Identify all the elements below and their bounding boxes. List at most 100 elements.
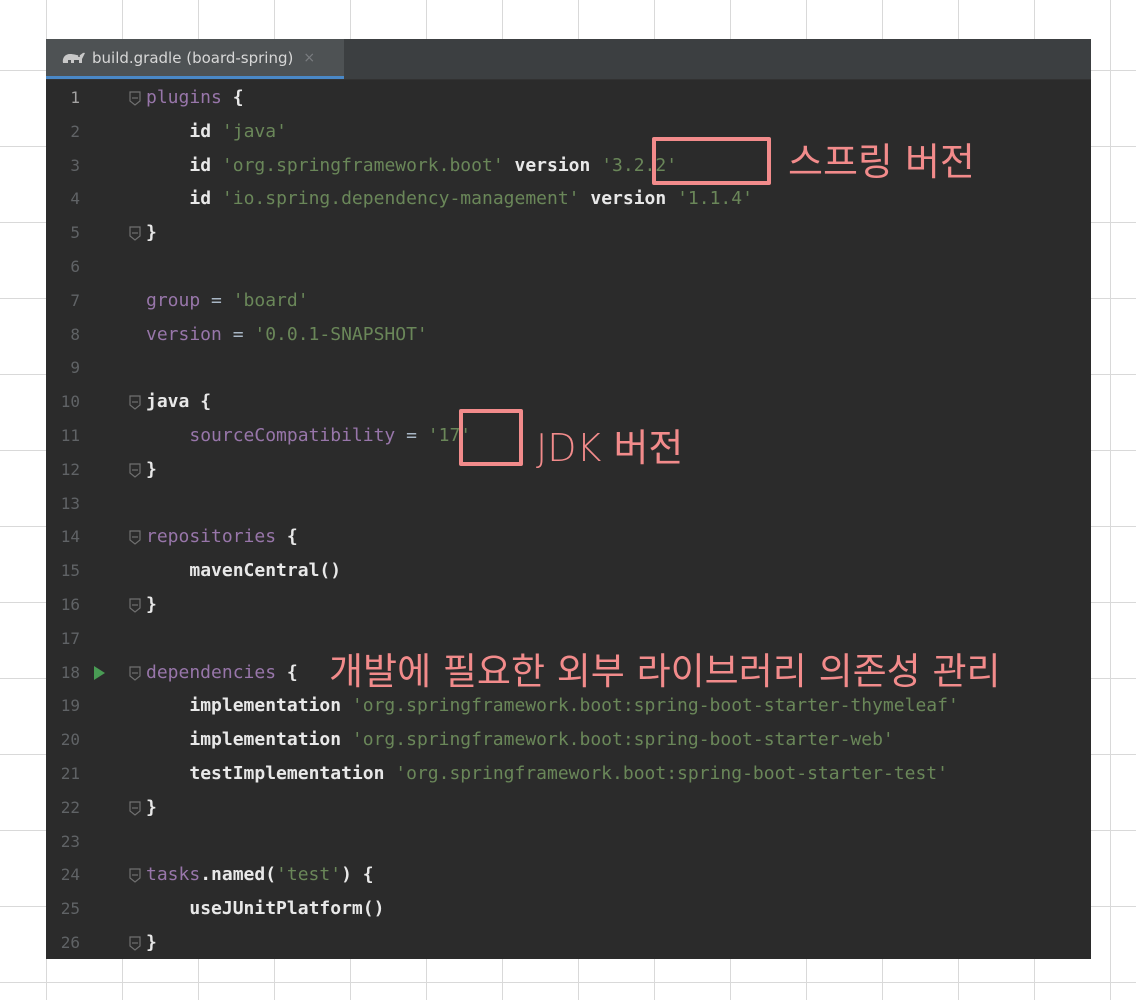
- code-token: '0.0.1-SNAPSHOT': [254, 323, 428, 345]
- code-token: .named(: [200, 864, 277, 886]
- code-token: {: [200, 391, 212, 413]
- line-number: 17: [60, 628, 80, 648]
- dependencies-annotation: 개발에 필요한 외부 라이브러리 의존성 관리: [329, 650, 1001, 693]
- code-line[interactable]: 4 id 'io.spring.dependency-management' v…: [46, 182, 1091, 216]
- code-text: }: [146, 791, 157, 825]
- code-line[interactable]: 16}: [46, 588, 1091, 622]
- code-line[interactable]: 20 implementation 'org.springframework.b…: [46, 723, 1091, 757]
- line-number: 10: [60, 392, 80, 412]
- code-token: {: [286, 526, 298, 548]
- line-number: 16: [60, 595, 80, 614]
- fold-marker-icon[interactable]: [128, 867, 142, 884]
- code-token: group: [146, 289, 201, 311]
- code-text: mavenCentral(): [146, 554, 341, 588]
- code-line[interactable]: 13: [46, 487, 1091, 521]
- code-text: }: [146, 926, 157, 959]
- fold-marker-icon[interactable]: [128, 665, 142, 681]
- code-token: }: [146, 932, 157, 953]
- code-text: group = 'board': [146, 284, 309, 318]
- line-number: 21: [60, 764, 80, 783]
- code-line[interactable]: 8 version = '0.0.1-SNAPSHOT': [46, 318, 1091, 352]
- code-token: {: [286, 661, 298, 683]
- code-token: useJUnitPlatform(): [189, 898, 385, 920]
- code-token: {: [232, 87, 244, 108]
- run-gutter-icon[interactable]: [94, 665, 105, 680]
- code-line[interactable]: 26}: [46, 926, 1091, 959]
- code-token: }: [146, 796, 157, 818]
- code-text: repositories {: [146, 520, 298, 554]
- code-token: 'board': [232, 289, 309, 311]
- code-line[interactable]: 22}: [46, 791, 1091, 825]
- code-token: dependencies: [146, 661, 277, 683]
- spring-version-highlight: [652, 137, 771, 185]
- fold-marker-icon[interactable]: [128, 90, 142, 106]
- code-token: =: [221, 323, 255, 345]
- code-token: ): [341, 864, 363, 886]
- code-token: plugins: [146, 87, 222, 108]
- line-number: 9: [70, 358, 80, 378]
- code-text: java {: [146, 385, 211, 419]
- fold-marker-icon[interactable]: [128, 225, 142, 241]
- code-line[interactable]: 5}: [46, 216, 1091, 250]
- jdk-version-annotation: JDK 버전: [536, 426, 684, 470]
- code-token: }: [146, 222, 157, 244]
- code-token: }: [146, 594, 157, 615]
- fold-marker-icon[interactable]: [128, 800, 142, 816]
- code-token: {: [362, 864, 374, 886]
- fold-marker-icon[interactable]: [128, 529, 142, 546]
- line-number: 18: [60, 662, 80, 682]
- code-line[interactable]: 10 java {: [46, 385, 1091, 419]
- code-editor[interactable]: build.gradle (board-spring) × 1 plugins {…: [46, 39, 1091, 959]
- editor-tab-build-gradle[interactable]: build.gradle (board-spring) ×: [46, 39, 344, 79]
- code-line[interactable]: 1 plugins {: [46, 81, 1091, 115]
- code-text: dependencies {: [146, 656, 298, 690]
- code-token: version: [590, 188, 667, 210]
- fold-marker-icon[interactable]: [128, 597, 142, 613]
- code-token: implementation: [189, 695, 342, 717]
- gradle-elephant-icon: [62, 52, 85, 63]
- code-line[interactable]: 21 testImplementation 'org.springframewo…: [46, 757, 1091, 791]
- code-line[interactable]: 24 tasks.named('test') {: [46, 858, 1091, 892]
- close-icon[interactable]: ×: [303, 50, 315, 66]
- line-number: 1: [70, 88, 80, 107]
- line-number: 8: [70, 324, 80, 344]
- code-token: id: [189, 154, 212, 176]
- code-text: id 'io.spring.dependency-management' ver…: [146, 182, 753, 216]
- line-number: 26: [60, 933, 80, 952]
- code-line[interactable]: 25 useJUnitPlatform(): [46, 892, 1091, 926]
- code-token: mavenCentral(): [189, 560, 342, 582]
- line-number: 19: [60, 696, 80, 716]
- code-line[interactable]: 6: [46, 250, 1091, 284]
- line-number: 22: [60, 797, 80, 817]
- fold-marker-icon[interactable]: [128, 935, 142, 951]
- code-token: implementation: [189, 729, 342, 751]
- code-token: }: [146, 458, 157, 480]
- code-token: =: [395, 425, 428, 446]
- code-token: 'org.springframework.boot': [221, 154, 504, 176]
- line-number: 20: [60, 730, 80, 750]
- code-line[interactable]: 14 repositories {: [46, 520, 1091, 554]
- code-token: testImplementation: [189, 763, 385, 784]
- code-line[interactable]: 7 group = 'board': [46, 284, 1091, 318]
- editor-tab-bar: build.gradle (board-spring) ×: [46, 39, 1091, 80]
- line-number: 14: [60, 527, 80, 547]
- code-line[interactable]: 23: [46, 825, 1091, 859]
- code-token: 'java': [221, 120, 287, 142]
- code-line[interactable]: 15 mavenCentral(): [46, 554, 1091, 588]
- tab-title: build.gradle (board-spring): [92, 48, 294, 67]
- fold-marker-icon[interactable]: [128, 462, 142, 478]
- line-number: 12: [60, 459, 80, 479]
- fold-marker-icon[interactable]: [128, 394, 142, 410]
- code-line[interactable]: 9: [46, 351, 1091, 385]
- jdk-version-highlight: [459, 409, 523, 466]
